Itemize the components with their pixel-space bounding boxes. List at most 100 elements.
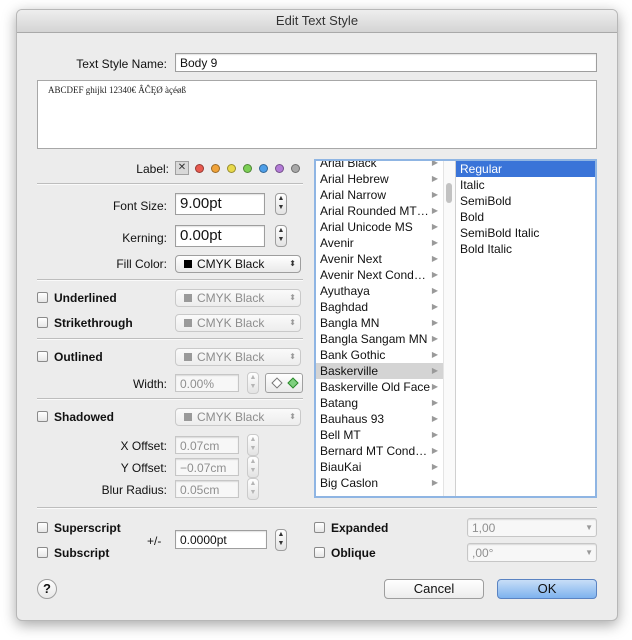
dropdown-arrow-icon: ▼ xyxy=(585,523,593,532)
underlined-checkbox[interactable] xyxy=(37,292,48,303)
font-family-name: Big Caslon xyxy=(320,476,379,490)
kerning-stepper[interactable]: ▲ ▼ xyxy=(275,225,287,247)
typeface-item[interactable]: Bold Italic xyxy=(456,241,595,257)
font-family-item[interactable]: Arial Rounded MT… ▶ xyxy=(316,203,443,219)
outline-width-field[interactable]: 0.00% xyxy=(175,374,239,392)
separator xyxy=(37,338,303,340)
outline-width-label: Width: xyxy=(132,377,167,391)
font-family-item[interactable]: Batang ▶ xyxy=(316,395,443,411)
style-name-label: Text Style Name: xyxy=(76,57,167,71)
typeface-item[interactable]: SemiBold xyxy=(456,193,595,209)
font-family-item[interactable]: Arial Black ▶ xyxy=(316,161,443,171)
oblique-combo[interactable]: ,00° ▼ xyxy=(467,543,597,562)
font-family-item[interactable]: BiauKai ▶ xyxy=(316,459,443,475)
submenu-triangle-icon: ▶ xyxy=(431,174,438,183)
font-list-scroll-thumb[interactable] xyxy=(446,183,452,203)
label-color-green[interactable] xyxy=(243,164,252,173)
help-button[interactable]: ? xyxy=(37,579,57,599)
submenu-triangle-icon: ▶ xyxy=(431,478,438,487)
y-offset-stepper[interactable]: ▲ ▼ xyxy=(247,456,259,478)
underlined-label: Underlined xyxy=(54,291,117,305)
font-size-field[interactable]: 9.00pt xyxy=(175,193,265,215)
font-family-list[interactable]: Arial Black ▶ Arial Hebrew ▶ Arial Narrow ▶ Ar… xyxy=(316,161,443,490)
label-color-gray[interactable] xyxy=(291,164,300,173)
font-family-item[interactable]: Bangla MN ▶ xyxy=(316,315,443,331)
font-family-item[interactable]: Baskerville Old Face ▶ xyxy=(316,379,443,395)
font-family-name: Avenir xyxy=(320,236,354,250)
fill-color-popup[interactable]: CMYK Black ⬍ xyxy=(175,255,301,273)
outline-position-toggle[interactable] xyxy=(265,373,303,393)
font-family-item[interactable]: Bernard MT Cond… ▶ xyxy=(316,443,443,459)
baseline-shift-label: +/- xyxy=(147,534,162,548)
outline-outside-icon[interactable] xyxy=(271,377,283,389)
typeface-item[interactable]: SemiBold Italic xyxy=(456,225,595,241)
y-offset-field[interactable]: −0.07cm xyxy=(175,458,239,476)
y-offset-label: Y Offset: xyxy=(120,461,167,475)
superscript-checkbox[interactable] xyxy=(37,522,48,533)
font-family-item[interactable]: Arial Narrow ▶ xyxy=(316,187,443,203)
subscript-checkbox[interactable] xyxy=(37,547,48,558)
baseline-shift-stepper[interactable]: ▲ ▼ xyxy=(275,529,287,551)
font-family-item[interactable]: Bell MT ▶ xyxy=(316,427,443,443)
x-offset-field[interactable]: 0.07cm xyxy=(175,436,239,454)
strikethrough-color-popup[interactable]: CMYK Black ⬍ xyxy=(175,314,301,332)
oblique-checkbox[interactable] xyxy=(314,547,325,558)
font-family-item[interactable]: Bauhaus 93 ▶ xyxy=(316,411,443,427)
typeface-list[interactable]: Regular Italic SemiBold Bold SemiBold Italic… xyxy=(455,161,595,496)
kerning-field[interactable]: 0.00pt xyxy=(175,225,265,247)
font-family-item[interactable]: Baskerville ▶ xyxy=(316,363,443,379)
underline-color-popup[interactable]: CMYK Black ⬍ xyxy=(175,289,301,307)
ok-button[interactable]: OK xyxy=(497,579,597,599)
x-offset-stepper[interactable]: ▲ ▼ xyxy=(247,434,259,456)
shadowed-checkbox[interactable] xyxy=(37,411,48,422)
label-label: Label: xyxy=(136,162,169,176)
font-family-name: Arial Hebrew xyxy=(320,172,389,186)
font-family-item[interactable]: Bank Gothic ▶ xyxy=(316,347,443,363)
blur-radius-stepper[interactable]: ▲ ▼ xyxy=(247,478,259,500)
label-color-orange[interactable] xyxy=(211,164,220,173)
submenu-triangle-icon: ▶ xyxy=(431,254,438,263)
shadow-color-popup[interactable]: CMYK Black ⬍ xyxy=(175,408,301,426)
font-family-name: Arial Narrow xyxy=(320,188,387,202)
typeface-item[interactable]: Regular xyxy=(456,161,595,177)
outlined-checkbox[interactable] xyxy=(37,351,48,362)
strikethrough-checkbox[interactable] xyxy=(37,317,48,328)
submenu-triangle-icon: ▶ xyxy=(431,366,438,375)
typeface-item[interactable]: Bold xyxy=(456,209,595,225)
submenu-triangle-icon: ▶ xyxy=(431,462,438,471)
font-family-item[interactable]: Avenir Next Cond… ▶ xyxy=(316,267,443,283)
cancel-button[interactable]: Cancel xyxy=(384,579,484,599)
font-family-item[interactable]: Arial Hebrew ▶ xyxy=(316,171,443,187)
font-browser: Arial Black ▶ Arial Hebrew ▶ Arial Narrow ▶ Ar… xyxy=(314,159,597,498)
font-family-item[interactable]: Baghdad ▶ xyxy=(316,299,443,315)
blur-radius-field[interactable]: 0.05cm xyxy=(175,480,239,498)
font-family-item[interactable]: Ayuthaya ▶ xyxy=(316,283,443,299)
font-size-stepper[interactable]: ▲ ▼ xyxy=(275,193,287,215)
font-family-name: Bell MT xyxy=(320,428,361,442)
outline-width-stepper[interactable]: ▲ ▼ xyxy=(247,372,259,394)
color-swatch-icon xyxy=(184,413,192,421)
label-color-purple[interactable] xyxy=(275,164,284,173)
expanded-checkbox[interactable] xyxy=(314,522,325,533)
label-color-blue[interactable] xyxy=(259,164,268,173)
typeface-item[interactable]: Italic xyxy=(456,177,595,193)
clear-label-button[interactable]: ✕ xyxy=(175,161,189,175)
outline-inside-icon[interactable] xyxy=(287,377,299,389)
outline-color-popup[interactable]: CMYK Black ⬍ xyxy=(175,348,301,366)
font-family-item[interactable]: Bangla Sangam MN ▶ xyxy=(316,331,443,347)
style-name-field[interactable]: Body 9 xyxy=(175,53,597,72)
label-color-yellow[interactable] xyxy=(227,164,236,173)
font-family-name: Bernard MT Cond… xyxy=(320,444,428,458)
submenu-triangle-icon: ▶ xyxy=(431,286,438,295)
font-family-item[interactable]: Big Caslon ▶ xyxy=(316,475,443,490)
kerning-label: Kerning: xyxy=(122,231,167,245)
baseline-shift-field[interactable]: 0.0000pt xyxy=(175,530,267,549)
font-family-item[interactable]: Arial Unicode MS ▶ xyxy=(316,219,443,235)
separator xyxy=(37,279,303,281)
font-list-scrollbar[interactable] xyxy=(443,161,455,496)
font-family-item[interactable]: Avenir ▶ xyxy=(316,235,443,251)
font-family-item[interactable]: Avenir Next ▶ xyxy=(316,251,443,267)
outlined-label: Outlined xyxy=(54,350,103,364)
expanded-combo[interactable]: 1,00 ▼ xyxy=(467,518,597,537)
label-color-red[interactable] xyxy=(195,164,204,173)
